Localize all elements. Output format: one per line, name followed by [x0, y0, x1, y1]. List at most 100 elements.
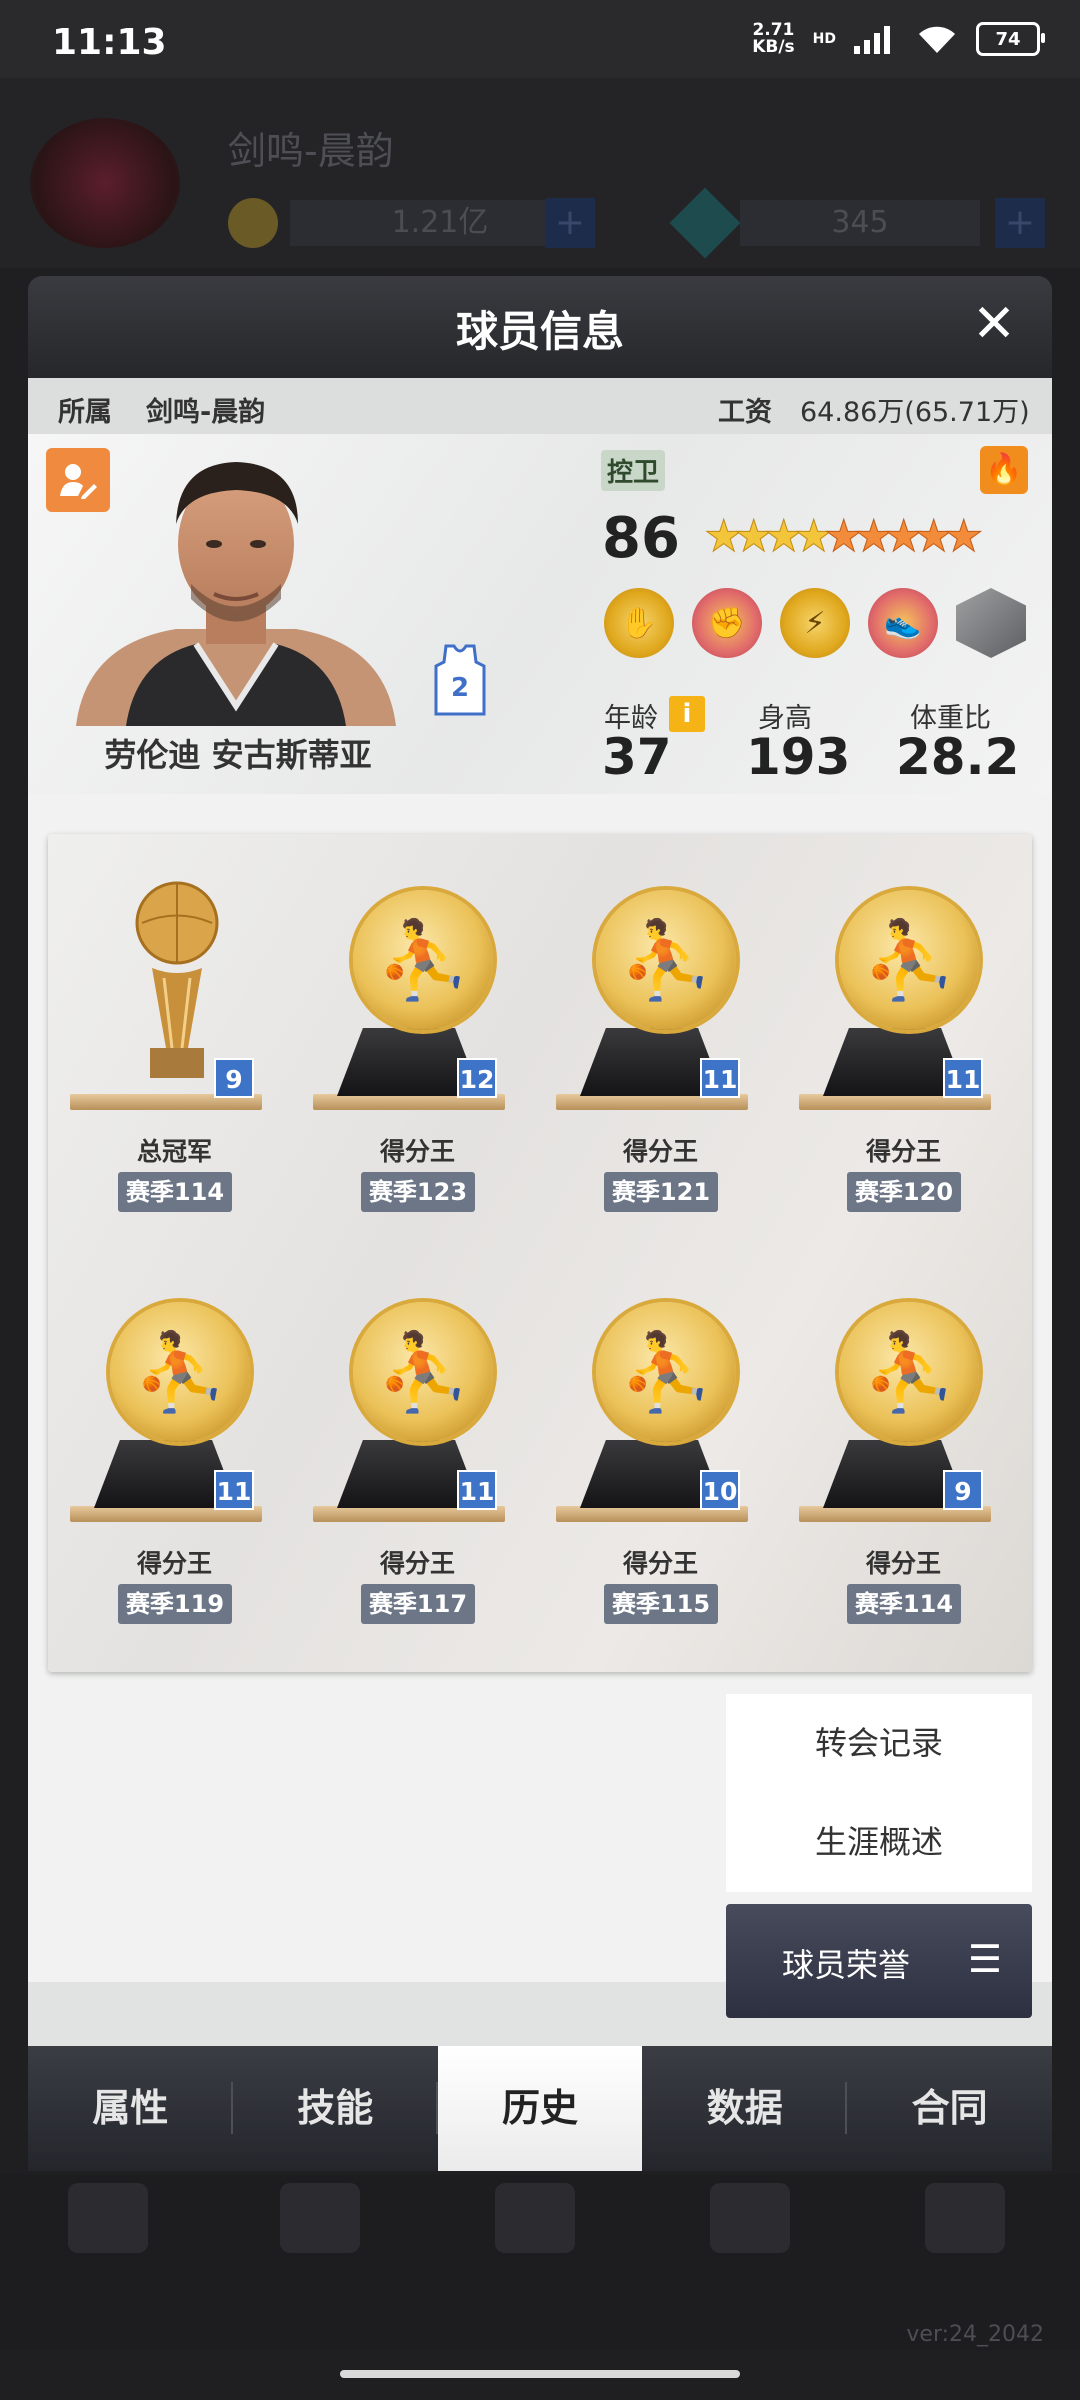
- trophy-season-tag: 赛季123: [361, 1172, 475, 1212]
- gesture-bar[interactable]: [340, 2370, 740, 2378]
- trophy-count: 11: [700, 1058, 740, 1098]
- star-icon: ★: [734, 511, 774, 562]
- wage-value: 64.86万(65.71万): [800, 397, 1030, 428]
- trophy-award-name: 得分王: [379, 1549, 455, 1578]
- scoring-medal-icon: ⛹: [596, 1302, 736, 1442]
- status-bar: 11:13 2.71 KB/s HD 74: [0, 0, 1080, 78]
- position-badge: 控卫: [601, 450, 666, 491]
- star-icon: ★: [884, 511, 924, 562]
- trophy-season-tag: 赛季117: [361, 1584, 475, 1624]
- trophy-award-name: 得分王: [622, 1549, 698, 1578]
- star-icon: ★: [854, 511, 894, 562]
- tab-3[interactable]: 数据: [642, 2046, 847, 2171]
- trophy-slot[interactable]: ⛹ 11 得分王赛季117: [295, 1254, 540, 1654]
- trophy-award-name: 得分王: [379, 1137, 455, 1166]
- add-gem-button: +: [995, 198, 1045, 248]
- network-speed: 2.71 KB/s: [752, 22, 794, 56]
- locked-badge-icon[interactable]: [956, 588, 1026, 658]
- trophy-season-tag: 赛季119: [118, 1584, 232, 1624]
- bg-nav-icon-1: [68, 2183, 148, 2253]
- bg-nav-icon-2: [280, 2183, 360, 2253]
- team-value: 剑鸣-晨韵: [146, 397, 266, 428]
- scoring-medal-icon: ⛹: [110, 1302, 250, 1442]
- scoring-medal-icon: ⛹: [353, 1302, 493, 1442]
- trophy-award-name: 得分王: [865, 1549, 941, 1578]
- battery-icon: 74: [976, 22, 1045, 56]
- close-icon[interactable]: ✕: [964, 294, 1024, 354]
- trophy-count: 11: [943, 1058, 983, 1098]
- bg-nav-icon-5: [925, 2183, 1005, 2253]
- trophy-slot[interactable]: ⛹ 11 得分王赛季119: [52, 1254, 297, 1654]
- star-icon: ★: [794, 511, 834, 562]
- transfer-record-item[interactable]: 转会记录: [726, 1694, 1032, 1793]
- tab-1[interactable]: 技能: [233, 2046, 438, 2171]
- bottom-tabs: 属性 技能 历史 数据 合同: [28, 2046, 1052, 2171]
- honor-dropdown-menu: 转会记录 生涯概述: [726, 1694, 1032, 1892]
- trophy-season-tag: 赛季121: [604, 1172, 718, 1212]
- skill-badge-icon[interactable]: 👟: [868, 588, 938, 658]
- team-wage-row: 所属 剑鸣-晨韵 工资 64.86万(65.71万): [28, 378, 1052, 434]
- weight-value: 28.2: [896, 728, 1020, 786]
- star-icon: ★: [764, 511, 804, 562]
- trophy-count: 11: [214, 1470, 254, 1510]
- menu-icon: ☰: [967, 1937, 1002, 1981]
- trophy-slot[interactable]: ⛹ 9 得分王 赛季114: [781, 1254, 1026, 1654]
- bg-nav-icon-3: [495, 2183, 575, 2253]
- trophy-season-tag: 赛季115: [604, 1584, 718, 1624]
- trophy-season-tag: 赛季120: [847, 1172, 961, 1212]
- trophy-award-name: 得分王: [622, 1137, 698, 1166]
- battery-level: 74: [995, 28, 1021, 50]
- star-icon: ★: [944, 511, 984, 562]
- modal-header: 球员信息 ✕: [28, 276, 1052, 378]
- skill-badge-icon[interactable]: ⚡: [780, 588, 850, 658]
- tab-0[interactable]: 属性: [28, 2046, 233, 2171]
- wage-label: 工资: [718, 397, 772, 428]
- version-label: ver:24_2042: [906, 2322, 1044, 2347]
- trophy-slot[interactable]: 9 总冠军赛季114: [52, 842, 297, 1242]
- scoring-medal-icon: ⛹: [596, 890, 736, 1030]
- user-edit-icon: [60, 464, 97, 499]
- jersey-icon: 2: [434, 644, 486, 716]
- player-honor-button[interactable]: 球员荣誉 ☰: [726, 1904, 1032, 2018]
- jersey-number: 2: [451, 673, 469, 703]
- scoring-medal-icon: ⛹: [839, 1302, 979, 1442]
- skill-badge-icon[interactable]: ✋: [604, 588, 674, 658]
- player-honor-label: 球员荣誉: [782, 1946, 911, 1984]
- net-speed-unit: KB/s: [752, 37, 795, 57]
- player-info-modal: 球员信息 ✕ 所属 剑鸣-晨韵 工资 64.86万(65.71万) 劳伦迪 安古…: [28, 276, 1052, 2171]
- background-team-name: 剑鸣-晨韵: [228, 129, 394, 173]
- skill-badge-icon[interactable]: ✊: [692, 588, 762, 658]
- bg-nav-icon-4: [710, 2183, 790, 2253]
- coin-icon: [228, 198, 278, 248]
- team-logo: [30, 118, 180, 248]
- career-overview-item[interactable]: 生涯概述: [726, 1793, 1032, 1892]
- edit-player-button[interactable]: [46, 448, 110, 512]
- fire-icon[interactable]: 🔥: [980, 446, 1028, 494]
- modal-title: 球员信息: [455, 307, 624, 356]
- trophy-award-name: 总冠军: [136, 1137, 212, 1166]
- star-icon: ★: [824, 511, 864, 562]
- trophy-award-name: 得分王: [136, 1549, 212, 1578]
- trophy-slot[interactable]: ⛹ 12 得分王 赛季123: [295, 842, 540, 1242]
- add-coin-button: +: [545, 198, 595, 248]
- skill-badges: ✋ ✊ ⚡ 👟: [604, 588, 1026, 658]
- star-icon: ★: [704, 511, 744, 562]
- tab-4[interactable]: 合同: [847, 2046, 1052, 2171]
- trophy-slot[interactable]: ⛹ 10 得分王 赛季115: [538, 1254, 783, 1654]
- info-icon[interactable]: i: [669, 696, 705, 732]
- wifi-icon: [919, 26, 955, 53]
- trophy-season-tag: 赛季114: [118, 1172, 232, 1212]
- height-value: 193: [746, 728, 851, 786]
- tab-2[interactable]: 历史: [437, 2046, 643, 2171]
- trophy-count: 11: [457, 1470, 497, 1510]
- hd-label: HD: [812, 31, 836, 47]
- trophy-award-name: 得分王: [865, 1137, 941, 1166]
- star-rating: ★ ★ ★ ★ ★ ★ ★ ★ ★: [704, 511, 984, 562]
- trophy-slot[interactable]: ⛹ 11 得分王 赛季120: [781, 842, 1026, 1242]
- trophy-count: 9: [214, 1058, 254, 1098]
- overall-rating: 86: [602, 506, 680, 571]
- trophy-slot[interactable]: ⛹ 11 得分王赛季121: [538, 842, 783, 1242]
- trophy-count: 12: [457, 1058, 497, 1098]
- player-portrait: [76, 462, 396, 726]
- player-name: 劳伦迪 安古斯蒂亚: [104, 736, 372, 774]
